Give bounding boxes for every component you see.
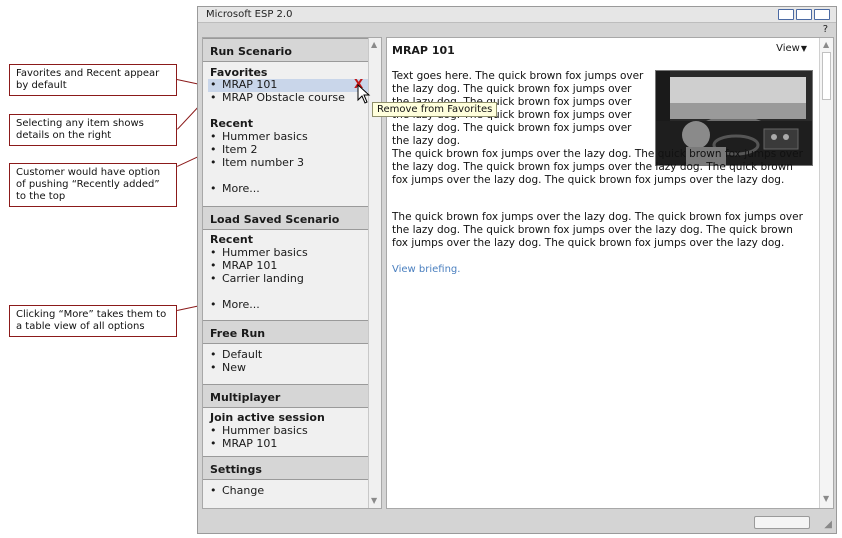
bullet: •	[210, 91, 217, 104]
bullet: •	[210, 182, 217, 195]
saved-item[interactable]: • Hummer basics	[210, 246, 308, 259]
callout-more-table-view: Clicking “More” takes them to a table vi…	[9, 305, 177, 337]
resize-grip-icon[interactable]: ◢	[824, 519, 832, 530]
bullet: •	[210, 259, 217, 272]
list-item-label: Item 2	[222, 143, 258, 156]
details-paragraph: The quick brown fox jumps over the lazy …	[392, 148, 803, 186]
more-link-run-scenario[interactable]: • More...	[210, 182, 260, 195]
section-free-run[interactable]: Free Run	[203, 320, 369, 344]
list-item-label: Item number 3	[222, 156, 304, 169]
view-briefing-link[interactable]: View briefing.	[392, 264, 460, 275]
bullet: •	[210, 424, 217, 437]
view-label: View	[776, 43, 800, 54]
left-nav-pane: Run Scenario Favorites • MRAP 101 X • MRAP…	[202, 37, 382, 509]
bullet: •	[210, 484, 217, 497]
more-label: More...	[222, 182, 260, 195]
recent-item[interactable]: • Item number 3	[210, 156, 304, 169]
list-item-label: Hummer basics	[222, 130, 308, 143]
saved-item[interactable]: • MRAP 101	[210, 259, 277, 272]
section-settings[interactable]: Settings	[203, 456, 369, 480]
session-item[interactable]: • Hummer basics	[210, 424, 308, 437]
list-item-label: MRAP 101	[222, 437, 278, 450]
minimize-button[interactable]	[778, 9, 794, 20]
list-item-label: Change	[222, 484, 265, 497]
details-paragraph: The quick brown fox jumps over the lazy …	[392, 211, 803, 249]
recent-item[interactable]: • Hummer basics	[210, 130, 308, 143]
remove-favorite-tooltip: Remove from Favorites	[372, 102, 498, 117]
settings-item[interactable]: • Change	[210, 484, 264, 497]
window-title: Microsoft ESP 2.0	[206, 9, 293, 20]
maximize-button[interactable]	[796, 9, 812, 20]
status-bar: ◢	[198, 511, 836, 533]
list-item-label: New	[222, 361, 246, 374]
section-run-scenario[interactable]: Run Scenario	[203, 38, 369, 62]
bullet: •	[210, 348, 217, 361]
scroll-up-icon[interactable]: ▲	[371, 40, 377, 49]
bullet: •	[210, 78, 217, 91]
bullet: •	[210, 130, 217, 143]
status-button[interactable]	[754, 516, 810, 529]
app-window: Microsoft ESP 2.0 ? Run Scenario Favorit…	[197, 6, 837, 534]
bullet: •	[210, 272, 217, 285]
bullet: •	[210, 246, 217, 259]
bullet: •	[210, 437, 217, 450]
section-load-saved-scenario[interactable]: Load Saved Scenario	[203, 206, 369, 230]
scroll-down-icon[interactable]: ▼	[371, 496, 377, 505]
recent-title: Recent	[210, 117, 254, 130]
favorite-item-mrap-101[interactable]: • MRAP 101	[210, 78, 277, 91]
bullet: •	[210, 361, 217, 374]
recent-item[interactable]: • Item 2	[210, 143, 258, 156]
scroll-thumb[interactable]	[822, 52, 831, 100]
bullet: •	[210, 298, 217, 311]
bullet: •	[210, 143, 217, 156]
callout-selecting-item: Selecting any item shows details on the …	[9, 114, 177, 146]
help-button[interactable]: ?	[823, 24, 828, 35]
close-button[interactable]	[814, 9, 830, 20]
title-bar: Microsoft ESP 2.0	[198, 7, 836, 23]
list-item-label: MRAP 101	[222, 78, 278, 91]
free-run-item[interactable]: • New	[210, 361, 246, 374]
more-link-load-saved[interactable]: • More...	[210, 298, 260, 311]
view-menu-button[interactable]: View▼	[776, 43, 807, 54]
right-scrollbar[interactable]: ▲ ▼	[819, 38, 833, 508]
list-item-label: Carrier landing	[222, 272, 304, 285]
session-item[interactable]: • MRAP 101	[210, 437, 277, 450]
more-label: More...	[222, 298, 260, 311]
join-session-title: Join active session	[210, 411, 325, 424]
list-item-label: Hummer basics	[222, 424, 308, 437]
favorite-item-mrap-obstacle[interactable]: • MRAP Obstacle course	[210, 91, 345, 104]
callout-recently-added: Customer would have option of pushing “R…	[9, 163, 177, 207]
saved-item[interactable]: • Carrier landing	[210, 272, 304, 285]
callout-favorites-default: Favorites and Recent appear by default	[9, 64, 177, 96]
scroll-up-icon[interactable]: ▲	[823, 40, 829, 49]
recent-title: Recent	[210, 233, 254, 246]
chevron-down-icon: ▼	[800, 44, 807, 53]
list-item-label: Default	[222, 348, 263, 361]
window-controls	[778, 9, 830, 20]
list-item-label: Hummer basics	[222, 246, 308, 259]
list-item-label: MRAP Obstacle course	[222, 91, 345, 104]
free-run-item[interactable]: • Default	[210, 348, 262, 361]
bullet: •	[210, 156, 217, 169]
mouse-pointer-icon	[357, 83, 371, 107]
details-title: MRAP 101	[392, 44, 455, 57]
section-multiplayer[interactable]: Multiplayer	[203, 384, 369, 408]
scroll-down-icon[interactable]: ▼	[823, 494, 829, 503]
list-item-label: MRAP 101	[222, 259, 278, 272]
